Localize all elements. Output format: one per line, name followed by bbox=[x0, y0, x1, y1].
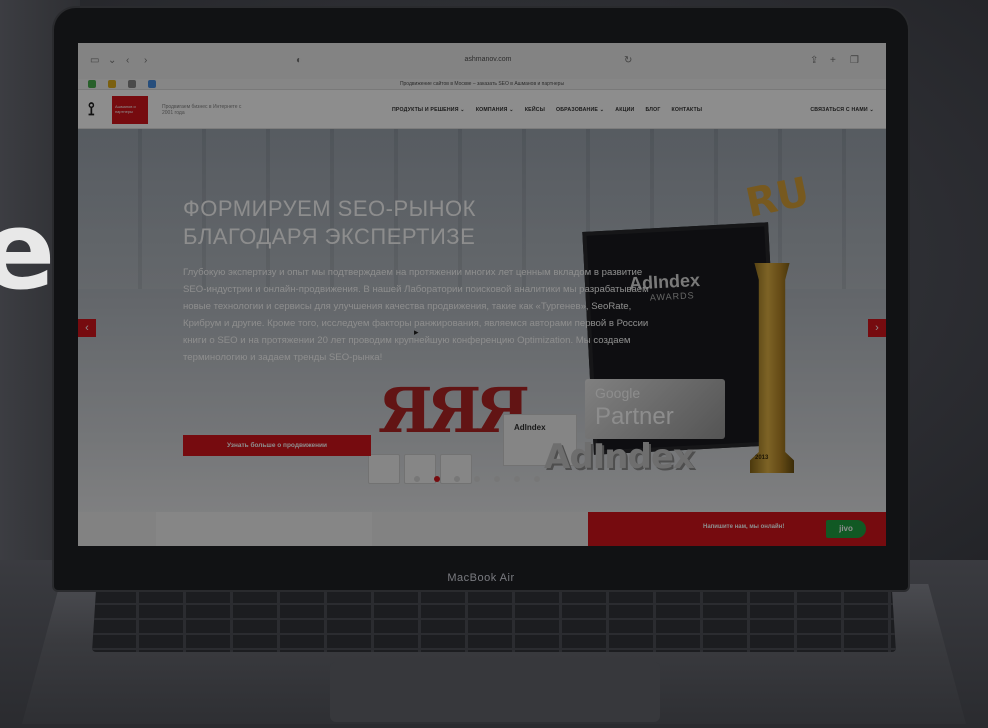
nav-item-blog[interactable]: БЛОГ bbox=[645, 107, 660, 115]
chat-prompt[interactable]: Напишите нам, мы онлайн! bbox=[703, 524, 784, 530]
back-icon[interactable]: ‹ bbox=[126, 55, 129, 67]
address-bar[interactable]: ashmanov.com bbox=[368, 53, 608, 67]
main-nav: ПРОДУКТЫ И РЕШЕНИЯ ⌄ КОМПАНИЯ ⌄ КЕЙСЫ ОБ… bbox=[392, 107, 702, 115]
tabs-icon[interactable]: ❐ bbox=[850, 55, 859, 67]
slider-dot[interactable] bbox=[454, 476, 460, 482]
bookmark-icon[interactable] bbox=[108, 80, 116, 88]
bookmark-icon[interactable] bbox=[148, 80, 156, 88]
slider-dot[interactable] bbox=[534, 476, 540, 482]
nav-item-company[interactable]: КОМПАНИЯ ⌄ bbox=[476, 107, 514, 115]
award-small-plaque bbox=[368, 454, 400, 484]
adindex-statue: AdIndex bbox=[544, 437, 695, 477]
content-strip: Напишите нам, мы онлайн! jivo bbox=[156, 512, 886, 546]
laptop-keyboard bbox=[92, 590, 896, 652]
award-plaque-title: AdIndex bbox=[514, 423, 546, 432]
slider-dot[interactable] bbox=[514, 476, 520, 482]
learn-more-button[interactable]: Узнать больше о продвижении bbox=[183, 435, 371, 456]
hero-title: ФОРМИРУЕМ SEO-РЫНОК БЛАГОДАРЯ ЭКСПЕРТИЗЕ bbox=[183, 195, 603, 251]
hero-title-line1: ФОРМИРУЕМ SEO-РЫНОК bbox=[183, 196, 476, 221]
forward-icon[interactable]: › bbox=[144, 55, 147, 67]
hero-slider: AdIndex AWARDS ЯЯЯ AdIndex Google Partne… bbox=[78, 129, 886, 512]
reload-icon[interactable]: ↻ bbox=[624, 55, 632, 67]
share-icon[interactable]: ⇪ bbox=[810, 55, 818, 67]
laptop-screen: ▭ ⌄ ‹ › ◐ ashmanov.com ↻ ⇪ + ❐ Продвижен… bbox=[78, 43, 886, 546]
new-tab-icon[interactable]: + bbox=[830, 55, 836, 67]
bookmark-icon[interactable] bbox=[88, 80, 96, 88]
background-partial-letter: e bbox=[0, 189, 55, 314]
sidebar-icon[interactable]: ▭ bbox=[90, 55, 99, 67]
slider-next-button[interactable]: › bbox=[868, 319, 886, 337]
nav-item-contacts[interactable]: КОНТАКТЫ bbox=[671, 107, 702, 115]
site-tagline: Продвигаем бизнес в Интернете с 2001 год… bbox=[162, 104, 242, 116]
nav-item-cases[interactable]: КЕЙСЫ bbox=[525, 107, 545, 115]
shield-icon[interactable]: ◐ bbox=[296, 55, 302, 67]
bookmark-icon[interactable] bbox=[128, 80, 136, 88]
chevron-down-icon[interactable]: ⌄ bbox=[108, 55, 116, 67]
slider-prev-button[interactable]: ‹ bbox=[78, 319, 96, 337]
hero-description: Глубокую экспертизу и опыт мы подтвержда… bbox=[183, 267, 649, 363]
browser-toolbar: ▭ ⌄ ‹ › ◐ ashmanov.com ↻ ⇪ + ❐ bbox=[78, 43, 886, 80]
nav-item-education[interactable]: ОБРАЗОВАНИЕ ⌄ bbox=[556, 107, 604, 115]
google-partner-award: Google Partner bbox=[585, 379, 725, 439]
nav-item-products[interactable]: ПРОДУКТЫ И РЕШЕНИЯ ⌄ bbox=[392, 107, 465, 115]
slider-dot-active[interactable] bbox=[434, 476, 440, 482]
award-year: 2013 bbox=[755, 455, 769, 461]
mouse-cursor-icon: ▸ bbox=[414, 327, 419, 337]
slider-dot[interactable] bbox=[474, 476, 480, 482]
strip-segment bbox=[372, 512, 588, 546]
hero-title-line2: БЛАГОДАРЯ ЭКСПЕРТИЗЕ bbox=[183, 224, 476, 249]
contact-us-button[interactable]: СВЯЗАТЬСЯ С НАМИ ⌄ bbox=[810, 107, 874, 113]
slider-dots bbox=[414, 476, 540, 482]
slider-dot[interactable] bbox=[494, 476, 500, 482]
jivo-chat-button[interactable]: jivo bbox=[826, 520, 866, 538]
logo-arrow-icon[interactable]: ⟟ bbox=[88, 99, 95, 120]
slider-dot[interactable] bbox=[414, 476, 420, 482]
google-partner-brand: Google bbox=[595, 385, 641, 401]
site-header: ⟟ Ашманов и партнеры Продвигаем бизнес в… bbox=[78, 90, 886, 129]
tab-title: Продвижение сайтов в Москве – заказать S… bbox=[399, 81, 565, 87]
google-partner-label: Partner bbox=[595, 403, 674, 430]
laptop-trackpad bbox=[330, 662, 660, 722]
nav-item-promotions[interactable]: АКЦИИ bbox=[615, 107, 634, 115]
browser-tab[interactable]: Продвижение сайтов в Москве – заказать S… bbox=[78, 79, 886, 90]
laptop-model-label: MacBook Air bbox=[447, 572, 515, 584]
logo[interactable]: Ашманов и партнеры bbox=[112, 96, 148, 124]
